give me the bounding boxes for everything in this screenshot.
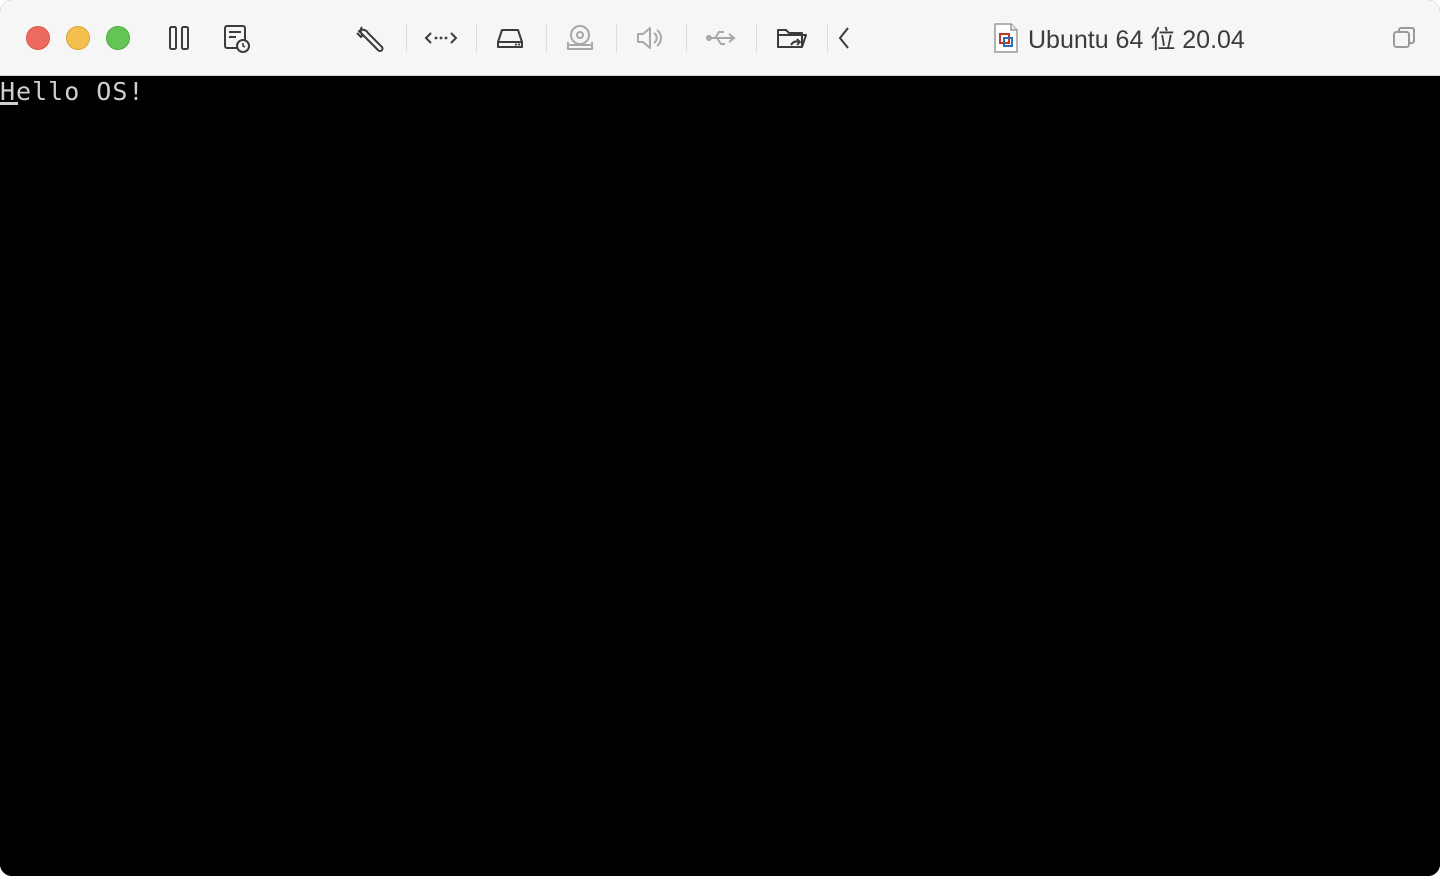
vm-file-icon	[994, 23, 1018, 53]
sound-icon[interactable]	[631, 20, 667, 56]
snapshot-icon[interactable]	[218, 20, 254, 56]
window-title: Ubuntu 64 位 20.04	[992, 20, 1245, 56]
close-window-button[interactable]	[26, 26, 50, 50]
optical-drive-icon[interactable]	[562, 20, 598, 56]
window-title-text: Ubuntu 64 位 20.04	[1028, 26, 1245, 54]
pause-icon[interactable]	[162, 20, 198, 56]
vm-console-screen[interactable]: Hello OS!	[0, 76, 1440, 876]
toolbar-separator	[686, 24, 687, 52]
title-bar: Ubuntu 64 位 20.04	[0, 0, 1440, 76]
maximize-window-button[interactable]	[106, 26, 130, 50]
window-restore-icon[interactable]	[1386, 20, 1422, 56]
settings-wrench-icon[interactable]	[352, 20, 388, 56]
toolbar-separator	[476, 24, 477, 52]
console-output-line: Hello OS!	[0, 77, 145, 106]
toolbar-separator	[546, 24, 547, 52]
toolbar-separator	[756, 24, 757, 52]
minimize-window-button[interactable]	[66, 26, 90, 50]
collapse-chevron-icon[interactable]	[826, 20, 862, 56]
console-cursor	[0, 102, 18, 105]
usb-icon[interactable]	[702, 20, 738, 56]
shared-folder-icon[interactable]	[774, 20, 810, 56]
vm-window: Ubuntu 64 位 20.04 Hello OS!	[0, 0, 1440, 876]
toolbar-separator	[406, 24, 407, 52]
hard-disk-icon[interactable]	[492, 20, 528, 56]
toolbar-separator	[616, 24, 617, 52]
network-icon[interactable]	[423, 20, 459, 56]
